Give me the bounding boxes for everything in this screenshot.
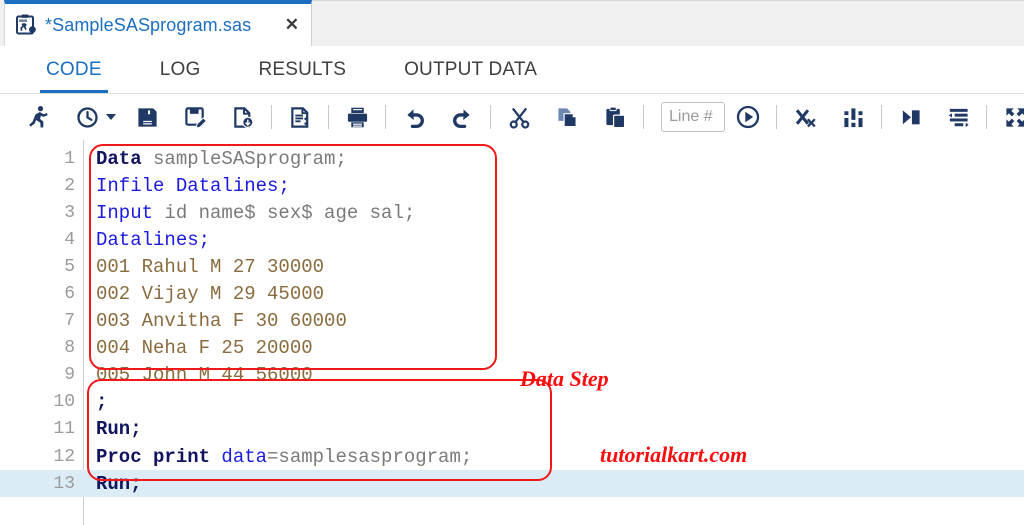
code-token: 002 Vijay M 29 45000 [96,283,324,305]
file-tab-title: *SampleSASprogram.sas [45,15,251,36]
line-text[interactable]: Infile Datalines; [75,175,1024,197]
line-number: 3 [0,203,75,223]
code-lines[interactable]: 1Data sampleSASprogram;2Infile Datalines… [0,145,1024,497]
properties-document-icon[interactable] [283,100,317,134]
line-text[interactable]: Run; [75,473,1024,495]
code-token: Input [96,202,153,224]
line-text[interactable]: ; [75,391,1024,413]
line-number: 1 [0,149,75,169]
find-replace-icon[interactable] [836,100,870,134]
line-text[interactable]: 001 Rahul M 27 30000 [75,256,1024,278]
annotation-brand: tutorialkart.com [600,442,747,468]
indent-icon[interactable] [893,100,927,134]
sas-program-file-icon [15,14,37,36]
line-text[interactable]: Proc print data=samplesasprogram; [75,446,1024,468]
line-number: 5 [0,257,75,277]
code-token: Run; [96,418,142,440]
code-token: Infile Datalines [96,175,278,197]
code-token: data [221,446,267,468]
line-number: 12 [0,447,75,467]
line-text[interactable]: Data sampleSASprogram; [75,148,1024,170]
clear-all-icon[interactable] [788,100,822,134]
code-token: ; [278,175,289,197]
code-token: 005 John M 44 56000 [96,364,313,386]
code-line-9[interactable]: 9 005 John M 44 56000 [0,362,1024,389]
line-number: 9 [0,365,75,385]
tab-output-data-label: OUTPUT DATA [404,59,537,81]
line-number: 6 [0,284,75,304]
tab-log[interactable]: LOG [154,46,207,94]
code-line-6[interactable]: 6 002 Vijay M 29 45000 [0,280,1024,307]
line-number: 7 [0,311,75,331]
tab-code[interactable]: CODE [40,46,108,94]
file-tab-strip: *SampleSASprogram.sas ✕ [0,0,1024,46]
view-tabs: CODE LOG RESULTS OUTPUT DATA [0,46,1024,94]
line-number-input[interactable] [661,102,725,132]
code-line-4[interactable]: 4 Datalines; [0,226,1024,253]
line-text[interactable]: 002 Vijay M 29 45000 [75,283,1024,305]
code-line-8[interactable]: 8 004 Neha F 25 20000 [0,335,1024,362]
go-to-line-play-icon[interactable] [731,100,765,134]
code-token: =samplesasprogram; [267,446,472,468]
code-line-3[interactable]: 3Input id name$ sex$ age sal; [0,199,1024,226]
code-token: 001 Rahul M 27 30000 [96,256,324,278]
line-number: 2 [0,176,75,196]
close-icon[interactable]: ✕ [281,16,303,35]
open-file-icon[interactable] [226,100,260,134]
code-token: Run; [96,473,142,495]
save-as-icon[interactable] [178,100,212,134]
code-line-12[interactable]: 12Proc print data=samplesasprogram; [0,443,1024,470]
code-line-5[interactable]: 5 001 Rahul M 27 30000 [0,253,1024,280]
tab-results-label: RESULTS [258,59,346,81]
code-token: id name$ sex$ age sal; [153,202,415,224]
redo-arrow-icon[interactable] [445,100,479,134]
undo-arrow-icon[interactable] [397,100,431,134]
editor-toolbar [0,94,1024,140]
line-text[interactable]: 004 Neha F 25 20000 [75,337,1024,359]
annotation-data-step: Data Step [520,366,609,392]
run-icon[interactable] [22,100,56,134]
save-floppy-icon[interactable] [130,100,164,134]
paste-clipboard-icon[interactable] [598,100,632,134]
code-token: 003 Anvitha F 30 60000 [96,310,347,332]
recent-history-chevron-down-icon[interactable] [106,114,116,120]
code-line-1[interactable]: 1Data sampleSASprogram; [0,145,1024,172]
code-token: 004 Neha F 25 20000 [96,337,313,359]
line-number: 4 [0,230,75,250]
file-tab-sampleSASprogram[interactable]: *SampleSASprogram.sas ✕ [4,0,312,46]
tab-code-label: CODE [46,59,102,81]
code-token: sampleSASprogram; [142,148,347,170]
line-text[interactable]: 003 Anvitha F 30 60000 [75,310,1024,332]
line-text[interactable]: Run; [75,418,1024,440]
outdent-icon[interactable] [941,100,975,134]
recent-history-clock-icon[interactable] [70,100,104,134]
code-line-10[interactable]: 10; [0,389,1024,416]
line-text[interactable]: Datalines; [75,229,1024,251]
code-line-2[interactable]: 2Infile Datalines; [0,172,1024,199]
cut-scissors-icon[interactable] [502,100,536,134]
code-editor[interactable]: 1Data sampleSASprogram;2Infile Datalines… [0,140,1024,525]
code-token: Datalines; [96,229,210,251]
maximize-view-icon[interactable] [998,100,1024,134]
line-number: 10 [0,392,75,412]
tab-output-data[interactable]: OUTPUT DATA [398,46,543,94]
tabstrip-divider [312,0,1024,1]
line-number: 11 [0,419,75,439]
line-number: 8 [0,338,75,358]
code-line-11[interactable]: 11 Run; [0,416,1024,443]
copy-icon[interactable] [550,100,584,134]
line-text[interactable]: Input id name$ sex$ age sal; [75,202,1024,224]
tab-results[interactable]: RESULTS [252,46,352,94]
tab-log-label: LOG [160,59,201,81]
code-line-7[interactable]: 7 003 Anvitha F 30 60000 [0,308,1024,335]
code-token: ; [96,391,107,413]
code-token: Data [96,148,142,170]
line-number: 13 [0,474,75,494]
code-token: Proc print [96,446,221,468]
code-line-13[interactable]: 13 Run; [0,470,1024,497]
print-icon[interactable] [340,100,374,134]
sas-studio-window: *SampleSASprogram.sas ✕ CODE LOG RESULTS… [0,0,1024,525]
